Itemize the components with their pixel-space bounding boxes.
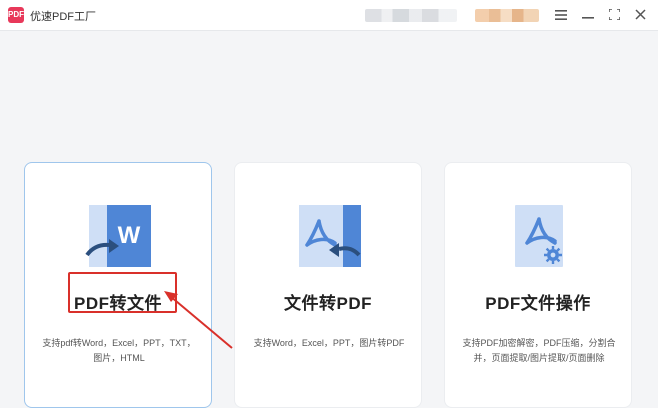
- pdf-operations-icon: [515, 205, 563, 267]
- app-logo: PDF: [8, 7, 24, 23]
- card-title: 文件转PDF: [284, 294, 372, 313]
- title-bar: PDF 优速PDF工厂: [0, 0, 658, 31]
- pdf-to-word-icon: W: [85, 205, 151, 267]
- card-title: PDF文件操作: [485, 294, 591, 313]
- card-description: 支持Word，Excel，PPT，图片转PDF: [253, 338, 405, 348]
- pdf-operations-card[interactable]: PDF文件操作 支持PDF加密解密，PDF压缩，分割合并，页面提取/图片提取/页…: [444, 162, 632, 408]
- card-description: 支持pdf转Word，Excel，PPT，TXT，图片，HTML: [42, 338, 196, 363]
- hamburger-menu-icon[interactable]: [551, 5, 571, 25]
- highlight-box: [68, 272, 177, 313]
- svg-text:W: W: [118, 222, 141, 249]
- file-to-pdf-icon: [299, 205, 361, 267]
- maximize-icon[interactable]: [604, 5, 624, 25]
- close-icon[interactable]: [630, 5, 650, 25]
- blurred-user-avatar[interactable]: [475, 9, 539, 22]
- file-to-pdf-card[interactable]: 文件转PDF 支持Word，Excel，PPT，图片转PDF: [234, 162, 422, 408]
- blurred-account-info: [365, 9, 457, 22]
- card-description: 支持PDF加密解密，PDF压缩，分割合并，页面提取/图片提取/页面删除: [462, 338, 616, 363]
- app-title: 优速PDF工厂: [30, 11, 96, 23]
- minimize-icon[interactable]: [578, 5, 598, 25]
